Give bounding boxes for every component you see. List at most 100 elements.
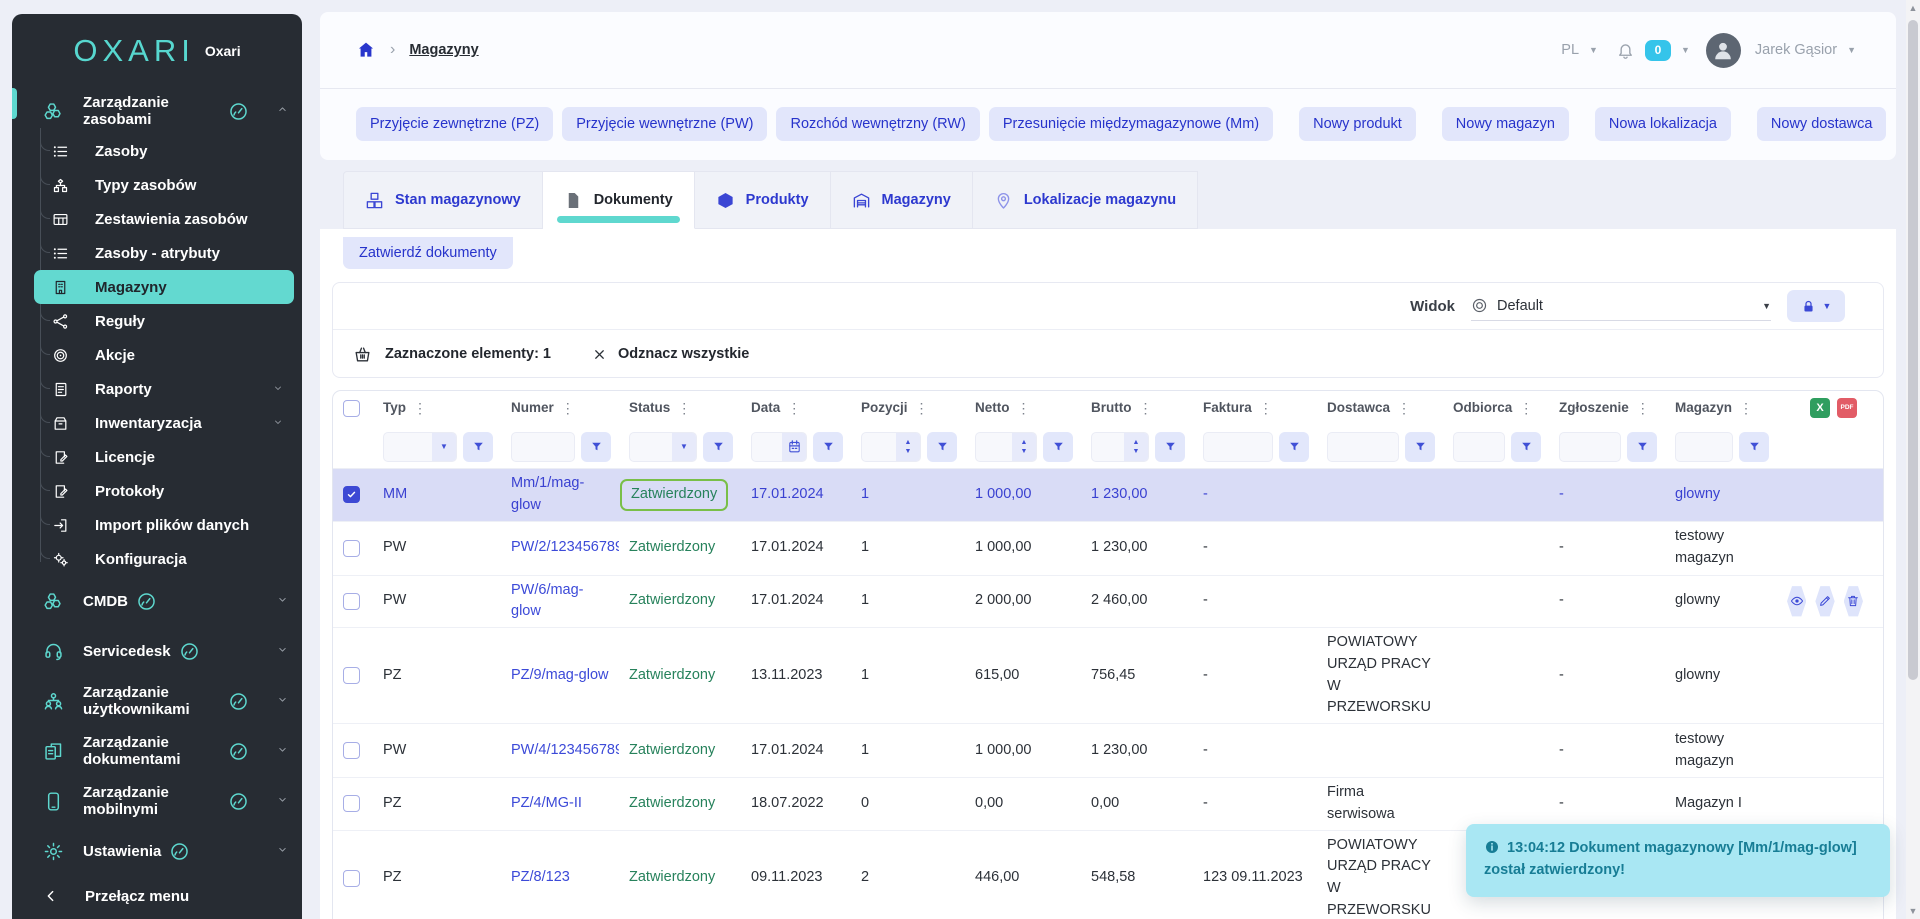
toast-notification[interactable]: 13:04:12 Dokument magazynowy [Mm/1/mag-g… xyxy=(1466,824,1890,897)
sidebar-item-typy-zasobow[interactable]: Typy zasobów xyxy=(34,168,294,202)
avatar[interactable] xyxy=(1706,33,1741,68)
table-row[interactable]: PWPW/6/mag-glowZatwierdzony17.01.202412 … xyxy=(333,576,1883,629)
pdf-icon[interactable]: PDF xyxy=(1837,398,1857,418)
sidebar-item-inwentaryzacja[interactable]: Inwentaryzacja xyxy=(34,406,294,440)
column-menu-icon[interactable]: ⋮ xyxy=(1397,398,1411,419)
chevron-down-icon[interactable]: ▼ xyxy=(672,433,696,461)
sidebar-section-zarzadzanie-uzytkownikami[interactable]: Zarządzanie użytkownikami xyxy=(12,676,302,726)
cell-number[interactable]: PW/4/123456789 xyxy=(501,736,619,766)
sidebar-item-protokoly[interactable]: Protokoły xyxy=(34,474,294,508)
chevron-down-icon[interactable]: ▼ xyxy=(432,433,456,461)
edit-row-button[interactable] xyxy=(1815,585,1834,618)
action-button-nowy-dostawca[interactable]: Nowy dostawca xyxy=(1757,107,1887,141)
delete-row-button[interactable] xyxy=(1844,585,1863,618)
filter-date-data[interactable] xyxy=(751,432,807,462)
scrollbar-thumb[interactable] xyxy=(1908,20,1918,680)
column-header-odbiorca[interactable]: Odbiorca⋮ xyxy=(1443,398,1549,419)
sidebar-section-zarzadzanie-zasobami[interactable]: Zarządzanie zasobami xyxy=(12,88,302,134)
excel-icon[interactable]: X xyxy=(1810,398,1830,418)
row-checkbox[interactable] xyxy=(343,795,360,812)
menu-toggle-button[interactable]: Przełącz menu xyxy=(12,873,302,919)
table-row[interactable]: MMMm/1/mag-glowZatwierdzony17.01.202411 … xyxy=(333,469,1883,522)
sidebar-item-zasoby-atrybuty[interactable]: Zasoby - atrybuty xyxy=(34,236,294,270)
column-header-magazyn[interactable]: Magazyn⋮ xyxy=(1665,398,1777,419)
filter-input-dostawca[interactable] xyxy=(1327,432,1399,462)
chevron-down-icon[interactable] xyxy=(272,381,284,398)
row-checkbox[interactable] xyxy=(343,742,360,759)
column-header-zgloszenie[interactable]: Zgłoszenie⋮ xyxy=(1549,398,1665,419)
chevron-down-icon[interactable]: ▼ xyxy=(1847,45,1856,55)
row-checkbox[interactable] xyxy=(343,870,360,887)
chevron-down-icon[interactable] xyxy=(276,693,289,710)
filter-number-brutto[interactable]: ▲▼ xyxy=(1091,432,1149,462)
action-button-rozchod-wewnetrzny-rw[interactable]: Rozchód wewnętrzny (RW) xyxy=(776,107,979,141)
column-header-pozycji[interactable]: Pozycji⋮ xyxy=(851,398,965,419)
view-select[interactable]: Default ▼ xyxy=(1471,291,1771,321)
tab-stan-magazynowy[interactable]: Stan magazynowy xyxy=(343,171,543,229)
lock-view-button[interactable]: ▼ xyxy=(1787,290,1845,322)
funnel-icon[interactable] xyxy=(1405,432,1435,462)
funnel-icon[interactable] xyxy=(581,432,611,462)
notification-badge[interactable]: 0 xyxy=(1645,40,1671,61)
sidebar-item-reguly[interactable]: Reguły xyxy=(34,304,294,338)
sidebar-section-zarzadzanie-mobilnymi[interactable]: Zarządzanie mobilnymi xyxy=(12,776,302,826)
cell-number[interactable]: PW/6/mag-glow xyxy=(501,576,619,628)
chevron-up-icon[interactable] xyxy=(276,103,289,120)
row-checkbox[interactable] xyxy=(343,486,360,503)
filter-number-pozycji[interactable]: ▲▼ xyxy=(861,432,921,462)
filter-input-zgloszenie[interactable] xyxy=(1559,432,1621,462)
sidebar-item-zasoby[interactable]: Zasoby xyxy=(34,134,294,168)
tab-magazyny[interactable]: Magazyny xyxy=(831,171,973,229)
funnel-icon[interactable] xyxy=(813,432,843,462)
row-checkbox[interactable] xyxy=(343,667,360,684)
deselect-all-button[interactable]: Odznacz wszystkie xyxy=(592,346,749,362)
column-menu-icon[interactable]: ⋮ xyxy=(915,398,929,419)
filter-input-magazyn[interactable] xyxy=(1675,432,1733,462)
cell-number[interactable]: PZ/4/MG-II xyxy=(501,789,619,819)
chevron-down-icon[interactable]: ▼ xyxy=(1681,45,1690,55)
table-row[interactable]: PZPZ/4/MG-IIZatwierdzony18.07.202200,000… xyxy=(333,778,1883,831)
tab-lokalizacje-magazynu[interactable]: Lokalizacje magazynu xyxy=(973,171,1198,229)
sidebar-item-zestawienia-zasobow[interactable]: Zestawienia zasobów xyxy=(34,202,294,236)
language-selector[interactable]: PL xyxy=(1561,42,1579,58)
column-header-status[interactable]: Status⋮ xyxy=(619,398,741,419)
chevron-down-icon[interactable] xyxy=(276,793,289,810)
sidebar-item-akcje[interactable]: Akcje xyxy=(34,338,294,372)
home-icon[interactable] xyxy=(356,40,376,60)
sidebar-section-zarzadzanie-dokumentami[interactable]: Zarządzanie dokumentami xyxy=(12,726,302,776)
tab-dokumenty[interactable]: Dokumenty xyxy=(543,171,695,229)
column-header-netto[interactable]: Netto⋮ xyxy=(965,398,1081,419)
row-checkbox[interactable] xyxy=(343,540,360,557)
column-menu-icon[interactable]: ⋮ xyxy=(561,398,575,419)
action-button-przyjecie-zewnetrzne-pz[interactable]: Przyjęcie zewnętrzne (PZ) xyxy=(356,107,553,141)
bell-icon[interactable] xyxy=(1616,41,1635,60)
funnel-icon[interactable] xyxy=(463,432,493,462)
filter-input-odbiorca[interactable] xyxy=(1453,432,1505,462)
funnel-icon[interactable] xyxy=(703,432,733,462)
sidebar-item-import-plikow-danych[interactable]: Import plików danych xyxy=(34,508,294,542)
table-row[interactable]: PWPW/2/123456789Zatwierdzony17.01.202411… xyxy=(333,522,1883,576)
sidebar-section-cmdb[interactable]: CMDB xyxy=(12,576,302,626)
chevron-down-icon[interactable] xyxy=(272,415,284,432)
chevron-down-icon[interactable] xyxy=(276,843,289,860)
scroll-down-arrow[interactable]: ▼ xyxy=(1906,906,1920,916)
chevron-down-icon[interactable] xyxy=(276,593,289,610)
funnel-icon[interactable] xyxy=(1043,432,1073,462)
column-menu-icon[interactable]: ⋮ xyxy=(787,398,801,419)
row-checkbox[interactable] xyxy=(343,593,360,610)
funnel-icon[interactable] xyxy=(1155,432,1185,462)
column-header-faktura[interactable]: Faktura⋮ xyxy=(1193,398,1317,419)
table-row[interactable]: PZPZ/9/mag-glowZatwierdzony13.11.2023161… xyxy=(333,628,1883,724)
column-header-brutto[interactable]: Brutto⋮ xyxy=(1081,398,1193,419)
funnel-icon[interactable] xyxy=(927,432,957,462)
chevron-down-icon[interactable] xyxy=(276,743,289,760)
funnel-icon[interactable] xyxy=(1627,432,1657,462)
chevron-down-icon[interactable] xyxy=(276,643,289,660)
sidebar-item-licencje[interactable]: Licencje xyxy=(34,440,294,474)
column-menu-icon[interactable]: ⋮ xyxy=(1519,398,1533,419)
stepper-icon[interactable]: ▲▼ xyxy=(1124,433,1148,461)
action-button-nowy-magazyn[interactable]: Nowy magazyn xyxy=(1442,107,1569,141)
approve-documents-button[interactable]: Zatwierdź dokumenty xyxy=(343,237,513,269)
view-row-button[interactable] xyxy=(1787,585,1806,618)
funnel-icon[interactable] xyxy=(1279,432,1309,462)
